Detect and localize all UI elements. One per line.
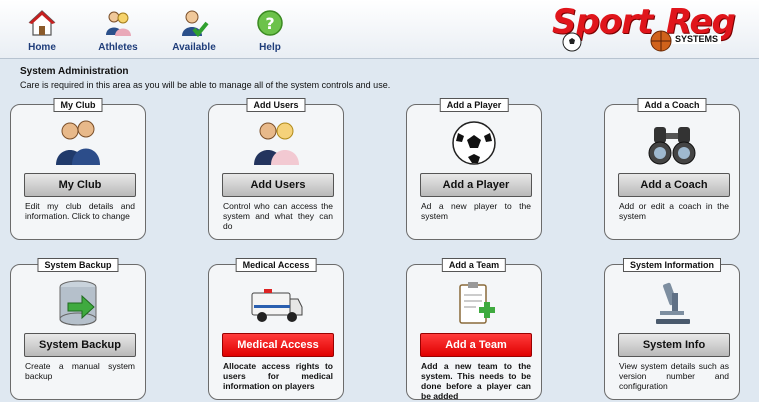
microscope-icon	[656, 282, 690, 324]
system-backup-button[interactable]: System Backup	[24, 333, 136, 357]
card-system-backup: System Backup System Backup Create a man…	[10, 258, 146, 400]
nav-athletes[interactable]: Athletes	[83, 8, 153, 53]
card-description: Add a new team to the system. This needs…	[421, 361, 531, 401]
card-add-team: Add a Team Add a Team Add a new team to …	[406, 258, 542, 401]
club-people-icon	[56, 120, 100, 165]
nav-available-label: Available	[172, 42, 216, 53]
system-info-button[interactable]: System Info	[618, 333, 730, 357]
card-description: Edit my club details and information. Cl…	[25, 201, 135, 221]
top-navigation-bar: Home Athletes Available ? Help Sport Reg	[0, 0, 759, 59]
card-title: My Club	[53, 98, 103, 112]
add-player-button[interactable]: Add a Player	[420, 173, 532, 197]
ambulance-icon	[251, 289, 303, 322]
card-add-player: Add a Player Add a Player Ad a new playe…	[406, 98, 542, 240]
svg-text:?: ?	[265, 14, 274, 33]
add-team-button[interactable]: Add a Team	[420, 333, 532, 357]
sportreg-logo: Sport Reg SYSTEMS	[548, 2, 758, 54]
card-title: System Information	[622, 258, 722, 272]
card-title: Add a Coach	[637, 98, 707, 112]
card-description: View system details such as version numb…	[619, 361, 729, 391]
binoculars-icon	[648, 127, 696, 165]
card-title: Add a Team	[441, 258, 507, 272]
admin-heading: System Administration	[20, 66, 129, 77]
clipboard-add-icon	[459, 282, 495, 324]
nav-home[interactable]: Home	[7, 8, 77, 53]
card-my-club: My Club My Club Edit my club details and…	[10, 98, 146, 240]
card-add-users: Add Users Add Users Control who can acce…	[208, 98, 344, 240]
help-icon: ?	[257, 10, 283, 36]
nav-athletes-label: Athletes	[98, 42, 138, 53]
card-description: Ad a new player to the system	[421, 201, 531, 221]
database-backup-icon	[59, 280, 97, 326]
card-system-information: System Information System Info View syst…	[604, 258, 740, 400]
card-description: Create a manual system backup	[25, 361, 135, 381]
nav-help[interactable]: ? Help	[235, 8, 305, 53]
users-icon	[254, 122, 299, 165]
home-icon	[28, 10, 56, 36]
logo-soccer-ball-icon	[562, 32, 582, 52]
add-coach-button[interactable]: Add a Coach	[618, 173, 730, 197]
card-medical-access: Medical Access Medical Access Allocate a…	[208, 258, 344, 400]
card-description: Add or edit a coach in the system	[619, 201, 729, 221]
soccer-ball-icon	[452, 121, 496, 165]
card-title: System Backup	[37, 258, 119, 272]
card-title: Medical Access	[235, 258, 317, 272]
logo-basketball-icon	[650, 30, 672, 52]
athletes-icon	[106, 11, 131, 36]
card-description: Control who can access the system and wh…	[223, 201, 333, 231]
available-icon	[182, 10, 209, 38]
admin-subtext: Care is required in this area as you wil…	[20, 80, 391, 90]
card-title: Add Users	[246, 98, 306, 112]
my-club-button[interactable]: My Club	[24, 173, 136, 197]
nav-available[interactable]: Available	[159, 8, 229, 53]
logo-systems-text: SYSTEMS	[672, 34, 722, 44]
card-description: Allocate access rights to users for medi…	[223, 361, 333, 391]
nav-help-label: Help	[259, 42, 281, 53]
medical-access-button[interactable]: Medical Access	[222, 333, 334, 357]
card-title: Add a Player	[439, 98, 509, 112]
card-add-coach: Add a Coach Add a Coach Add or edit a co…	[604, 98, 740, 240]
add-users-button[interactable]: Add Users	[222, 173, 334, 197]
nav-home-label: Home	[28, 42, 56, 53]
